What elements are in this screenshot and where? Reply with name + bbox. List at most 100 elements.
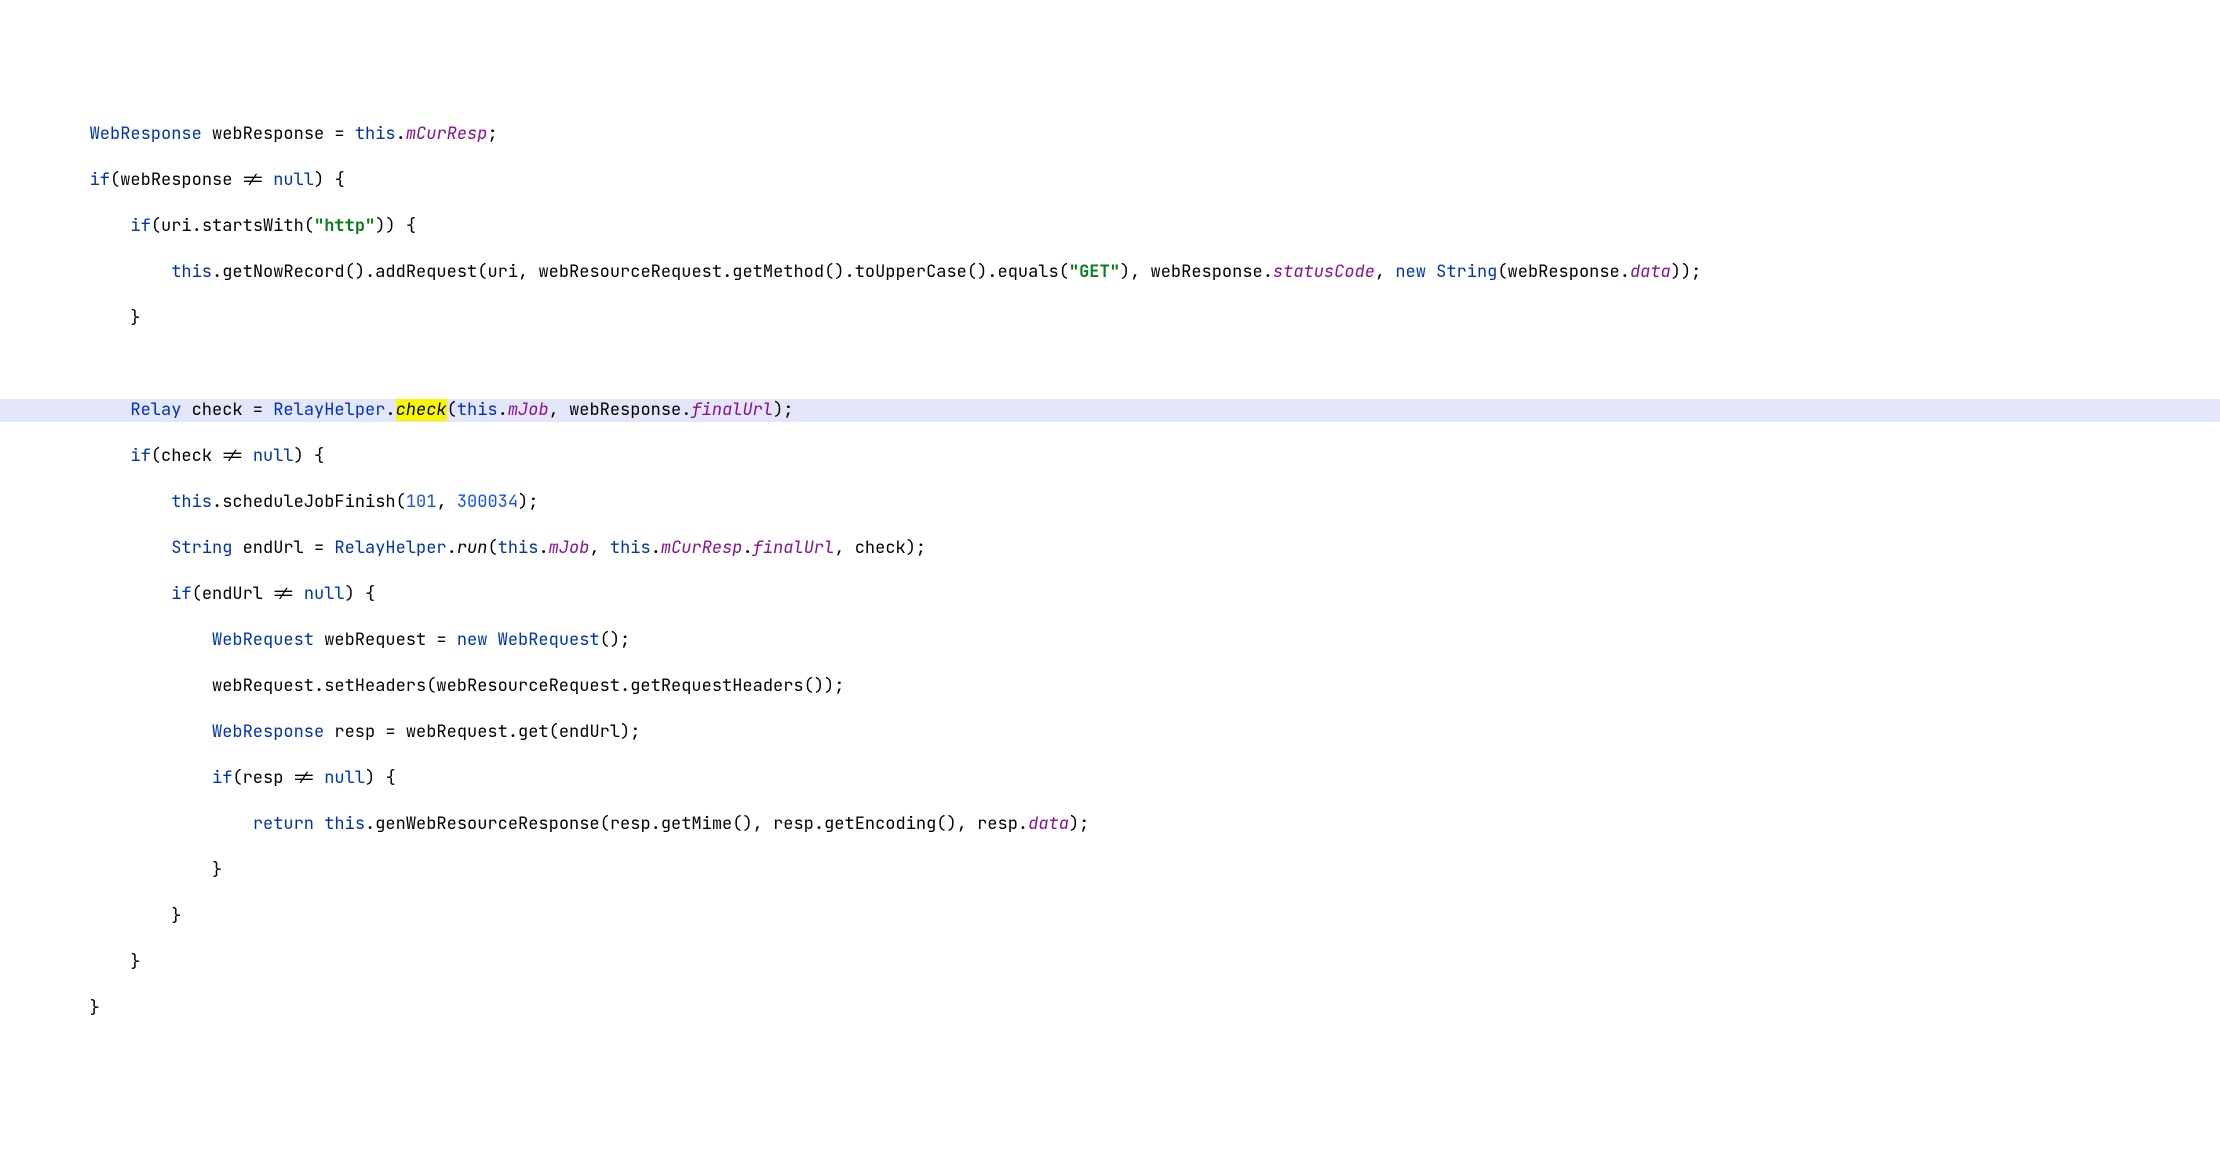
field-token: mJob [508,399,549,421]
method-token: equals [998,261,1059,283]
var-token: endUrl [559,721,620,743]
var-token: webResponse [1508,261,1620,283]
keyword-token: this [171,491,212,513]
method-token: get [518,721,549,743]
keyword-token: null [273,169,314,191]
var-token: resp [610,813,651,835]
code-line-highlighted[interactable]: Relay check = RelayHelper.check(this.mJo… [0,399,2220,422]
field-token: data [1028,813,1069,835]
var-token: endUrl [243,537,304,559]
method-token: toUpperCase [855,261,967,283]
type-token: String [1436,261,1497,283]
field-token: data [1630,261,1671,283]
class-token: RelayHelper [334,537,446,559]
var-token: resp [977,813,1018,835]
method-token: genWebResourceResponse [375,813,599,835]
var-token: uri [161,215,192,237]
method-token: run [457,537,488,559]
code-line[interactable]: } [0,859,2220,882]
type-token: WebResponse [90,123,202,145]
class-token: RelayHelper [273,399,385,421]
type-token: WebResponse [212,721,324,743]
field-token: mJob [549,537,590,559]
var-token: webResourceRequest [436,675,620,697]
string-token: "GET" [1069,261,1120,283]
string-token: "http" [314,215,375,237]
var-token: webResponse [212,123,324,145]
code-line[interactable]: webRequest.setHeaders(webResourceRequest… [0,675,2220,698]
type-token: Relay [130,399,181,421]
var-token: resp [773,813,814,835]
keyword-token: return [253,813,314,835]
code-editor[interactable]: WebResponse webResponse = this.mCurResp;… [0,100,2220,1043]
method-token: scheduleJobFinish [222,491,395,513]
field-token: finalUrl [753,537,835,559]
keyword-token: this [324,813,365,835]
keyword-token: this [610,537,651,559]
var-token: webResponse [569,399,681,421]
code-line[interactable]: } [0,997,2220,1020]
keyword-token: null [324,767,365,789]
method-token: getNowRecord [222,261,344,283]
type-token: WebRequest [212,629,314,651]
keyword-token: this [171,261,212,283]
type-token: String [171,537,232,559]
code-line[interactable]: WebResponse resp = webRequest.get(endUrl… [0,721,2220,744]
code-line[interactable]: if(uri.startsWith("http")) { [0,215,2220,238]
code-line[interactable]: } [0,905,2220,928]
code-line[interactable]: if(check != null) { [0,445,2220,468]
var-token: resp [243,767,284,789]
keyword-token: if [130,445,150,467]
var-token: check [161,445,212,467]
code-line[interactable]: } [0,307,2220,330]
keyword-token: new [457,629,488,651]
var-token: webResponse [1151,261,1263,283]
number-token: 300034 [457,491,518,513]
method-token: addRequest [375,261,477,283]
var-token: webResourceRequest [538,261,722,283]
field-token: finalUrl [691,399,773,421]
keyword-token: null [304,583,345,605]
keyword-token: this [355,123,396,145]
var-token: webResponse [120,169,232,191]
method-token: getEncoding [824,813,936,835]
code-line[interactable] [0,353,2220,376]
keyword-token: if [130,215,150,237]
field-token: statusCode [1273,261,1375,283]
field-token: mCurResp [406,123,488,145]
method-token: startsWith [202,215,304,237]
var-token: webRequest [212,675,314,697]
field-token: mCurResp [661,537,743,559]
code-line[interactable]: this.getNowRecord().addRequest(uri, webR… [0,261,2220,284]
keyword-token: if [171,583,191,605]
keyword-token: if [90,169,110,191]
code-line[interactable]: } [0,951,2220,974]
code-line[interactable]: WebRequest webRequest = new WebRequest()… [0,629,2220,652]
keyword-token: if [212,767,232,789]
method-token-highlighted: check [396,399,447,421]
var-token: webRequest [406,721,508,743]
method-token: setHeaders [324,675,426,697]
keyword-token: this [498,537,539,559]
type-token: WebRequest [498,629,600,651]
method-token: getMethod [732,261,824,283]
keyword-token: null [253,445,294,467]
method-token: getRequestHeaders [630,675,803,697]
method-token: getMime [661,813,732,835]
keyword-token: this [457,399,498,421]
code-line[interactable]: if(endUrl != null) { [0,583,2220,606]
code-line[interactable]: WebResponse webResponse = this.mCurResp; [0,123,2220,146]
var-token: resp [334,721,375,743]
code-line[interactable]: return this.genWebResourceResponse(resp.… [0,813,2220,836]
code-line[interactable]: if(webResponse != null) { [0,169,2220,192]
code-line[interactable]: if(resp != null) { [0,767,2220,790]
var-token: check [855,537,906,559]
number-token: 101 [406,491,437,513]
var-token: uri [487,261,518,283]
var-token: check [192,399,243,421]
var-token: endUrl [202,583,263,605]
var-token: webRequest [324,629,426,651]
code-line[interactable]: this.scheduleJobFinish(101, 300034); [0,491,2220,514]
keyword-token: new [1395,261,1426,283]
code-line[interactable]: String endUrl = RelayHelper.run(this.mJo… [0,537,2220,560]
